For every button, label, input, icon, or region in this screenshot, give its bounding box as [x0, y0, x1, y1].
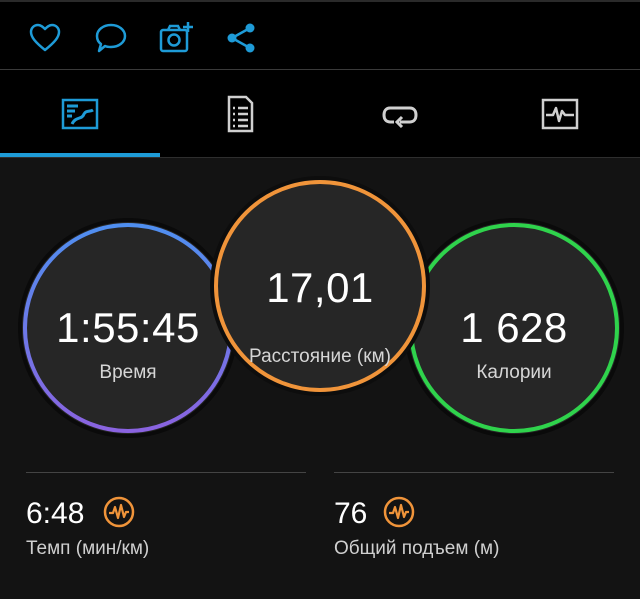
- distance-ring: 17,01 Расстояние (км): [208, 174, 432, 398]
- distance-value: 17,01: [266, 264, 374, 311]
- time-value: 1:55:45: [56, 304, 200, 351]
- divider: [334, 472, 614, 473]
- action-bar: [0, 0, 640, 70]
- tab-bar: [0, 70, 640, 158]
- activity-wave-icon: [383, 496, 415, 528]
- distance-label: Расстояние (км): [249, 346, 391, 367]
- laps-tab-icon: [382, 106, 418, 129]
- ascent-label: Общий подъем (м): [334, 538, 500, 559]
- pace-value: 6:48: [26, 497, 85, 530]
- comment-icon[interactable]: [93, 20, 129, 56]
- tab-charts[interactable]: [480, 70, 640, 158]
- activity-wave-icon: [103, 496, 135, 528]
- divider: [26, 472, 306, 473]
- charts-tab-icon: [541, 98, 579, 130]
- heart-icon[interactable]: [27, 20, 63, 56]
- selected-tab-indicator: [0, 153, 160, 157]
- details-tab-icon: [227, 95, 254, 133]
- tab-laps[interactable]: [320, 70, 480, 158]
- share-icon[interactable]: [223, 20, 259, 56]
- tab-overview[interactable]: [0, 70, 160, 158]
- tab-details[interactable]: [160, 70, 320, 158]
- overview-tab-icon: [61, 98, 99, 130]
- ascent-value: 76: [334, 497, 368, 530]
- add-photo-icon[interactable]: [158, 20, 194, 56]
- time-ring: 1:55:45 Время: [16, 216, 240, 440]
- calories-label: Калории: [476, 362, 552, 383]
- overview-panel: 1:55:45 Время 1 628 Калории 17,01 Рассто…: [0, 158, 640, 599]
- pace-label: Темп (мин/км): [26, 538, 150, 559]
- calories-ring: 1 628 Калории: [402, 216, 626, 440]
- calories-value: 1 628: [460, 304, 568, 351]
- time-label: Время: [99, 362, 157, 383]
